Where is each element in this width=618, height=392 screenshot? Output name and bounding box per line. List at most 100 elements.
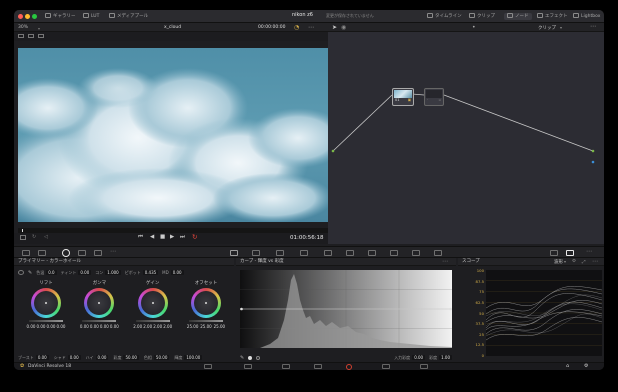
gamma-y[interactable]: 0.00 xyxy=(80,324,89,329)
scope-mode-select[interactable]: 波形 xyxy=(554,259,563,265)
zoom-level[interactable]: 30% xyxy=(18,25,28,30)
sat-value[interactable]: 50.00 xyxy=(123,354,139,360)
offset-wheel[interactable] xyxy=(190,288,221,318)
speech-icon[interactable]: ◔ xyxy=(294,24,299,31)
media-page-icon[interactable] xyxy=(204,364,212,369)
motion-effects-icon[interactable] xyxy=(94,250,102,256)
scope-expand-icon[interactable]: ⤢ xyxy=(582,259,586,265)
more-tools-icon[interactable]: ⋯ xyxy=(110,248,116,255)
curves-point-alt-icon[interactable] xyxy=(256,355,261,360)
rgb-mixer-icon[interactable] xyxy=(78,250,86,256)
split-screen-icon[interactable] xyxy=(28,34,34,38)
cut-page-icon[interactable] xyxy=(244,364,252,369)
curves-point-icon[interactable] xyxy=(248,355,253,360)
toolbar-more-icon[interactable]: ⋯ xyxy=(586,248,592,255)
temp-value[interactable]: 0.0 xyxy=(46,269,57,275)
scopes-icon[interactable] xyxy=(566,250,574,256)
scope-mode-dropdown-icon[interactable]: ▾ xyxy=(564,259,566,264)
loop-icon[interactable]: ↻ xyxy=(32,234,36,240)
zoom-window-button[interactable] xyxy=(32,14,37,19)
node-02[interactable]: · ▫ xyxy=(424,88,444,106)
hl-value[interactable]: 0.00 xyxy=(95,354,109,360)
pivot-value[interactable]: 0.435 xyxy=(142,269,159,275)
lum-value[interactable]: 100.00 xyxy=(184,354,203,360)
stop-button[interactable]: ■ xyxy=(160,234,165,240)
offset-r[interactable]: 25.00 xyxy=(187,324,198,329)
tint-value[interactable]: 0.00 xyxy=(78,269,92,275)
offset-g[interactable]: 25.00 xyxy=(200,324,211,329)
viewer-size-icon[interactable] xyxy=(20,235,26,240)
offset-master-slider[interactable] xyxy=(188,320,223,322)
shad-value[interactable]: 0.00 xyxy=(67,354,81,360)
viewer-mode-icon[interactable] xyxy=(18,34,24,38)
node-graph[interactable]: 01 ▣ · ▫ xyxy=(328,32,604,244)
picker-icon[interactable]: ✎ xyxy=(28,270,32,276)
hue-field[interactable]: 色相 50.00 xyxy=(144,354,170,361)
auto-balance-icon[interactable] xyxy=(18,270,24,275)
clips-tab[interactable]: クリップ xyxy=(466,13,498,20)
clip-mode-select[interactable]: クリップ xyxy=(538,25,556,31)
timeline-tab[interactable]: タイムライン xyxy=(424,13,465,20)
color-picker-icon[interactable] xyxy=(550,250,558,256)
lift-g[interactable]: 0.00 xyxy=(47,324,56,329)
media-pool-tab[interactable]: メディアプール xyxy=(106,13,151,20)
contrast-field[interactable]: コン 1.000 xyxy=(95,269,121,276)
md-field[interactable]: MD 0.00 xyxy=(162,269,184,276)
play-reverse-button[interactable]: ◀ xyxy=(150,234,154,240)
qualifier-icon[interactable] xyxy=(276,250,284,256)
go-to-start-button[interactable]: ⏮ xyxy=(138,234,143,241)
curves-graph[interactable] xyxy=(240,270,452,348)
wipe-icon[interactable] xyxy=(38,34,44,38)
curve-sat-field[interactable]: 彩度 1.00 xyxy=(429,354,452,361)
offset-b[interactable]: 25.00 xyxy=(214,324,225,329)
gain-y[interactable]: 2.00 xyxy=(133,324,142,329)
edit-page-icon[interactable] xyxy=(282,364,290,369)
gain-r[interactable]: 2.00 xyxy=(143,324,152,329)
hue-value[interactable]: 50.00 xyxy=(153,354,170,360)
contrast-value[interactable]: 1.000 xyxy=(105,269,121,275)
input-sat-field[interactable]: 入力彩度 0.00 xyxy=(394,354,426,361)
node-zoom-dot[interactable]: • xyxy=(472,24,476,31)
tint-field[interactable]: ティント 0.00 xyxy=(61,269,92,276)
lift-b[interactable]: 0.00 xyxy=(57,324,66,329)
gamma-b[interactable]: 0.00 xyxy=(110,324,119,329)
pan-icon[interactable]: ◉ xyxy=(341,24,346,31)
boost-value[interactable]: 0.00 xyxy=(35,354,49,360)
magic-mask-icon[interactable] xyxy=(346,250,354,256)
sizing-icon[interactable] xyxy=(412,250,420,256)
fairlight-page-icon[interactable] xyxy=(382,364,390,369)
clip-name[interactable]: x_cloud xyxy=(164,25,181,30)
curves-icon[interactable] xyxy=(230,250,238,256)
source-timecode[interactable]: 00:00:00:00 xyxy=(258,25,285,30)
gamma-g[interactable]: 0.00 xyxy=(100,324,109,329)
color-wheels-icon[interactable] xyxy=(62,249,70,257)
temp-field[interactable]: 色温 0.0 xyxy=(36,269,57,276)
pointer-icon[interactable]: ➤ xyxy=(332,24,337,31)
lift-r[interactable]: 0.00 xyxy=(37,324,46,329)
hl-field[interactable]: ハイ 0.00 xyxy=(86,354,109,361)
sat-field[interactable]: 彩度 50.00 xyxy=(113,354,139,361)
settings-icon[interactable]: ⚙ xyxy=(584,363,588,369)
pivot-field[interactable]: ピボット 0.435 xyxy=(125,269,159,276)
boost-field[interactable]: ブースト 0.00 xyxy=(18,354,49,361)
home-icon[interactable]: ⌂ xyxy=(566,363,569,369)
play-button[interactable]: ▶ xyxy=(170,234,174,240)
lightbox-tab[interactable]: Lightbox xyxy=(570,13,603,20)
playhead[interactable] xyxy=(22,229,23,232)
shad-field[interactable]: シャド 0.00 xyxy=(54,354,81,361)
input-sat-value[interactable]: 0.00 xyxy=(412,354,426,360)
audio-icon[interactable]: ◁ xyxy=(44,234,48,240)
gallery-tab[interactable]: ギャラリー xyxy=(42,13,79,20)
deliver-page-icon[interactable] xyxy=(420,364,428,369)
curve-sat-value[interactable]: 1.00 xyxy=(439,354,452,360)
lift-master-slider[interactable] xyxy=(29,320,63,322)
viewer-image[interactable] xyxy=(18,48,328,222)
key-icon[interactable] xyxy=(390,250,398,256)
window-icon[interactable] xyxy=(300,250,308,256)
close-window-button[interactable] xyxy=(18,14,23,19)
scope-settings-icon[interactable]: ⚙ xyxy=(572,259,576,264)
gain-master-slider[interactable] xyxy=(135,320,170,322)
clip-mode-dropdown-icon[interactable]: ▾ xyxy=(560,25,562,30)
nodes-tab[interactable]: ノード xyxy=(504,13,532,20)
color-match-icon[interactable] xyxy=(38,250,46,256)
